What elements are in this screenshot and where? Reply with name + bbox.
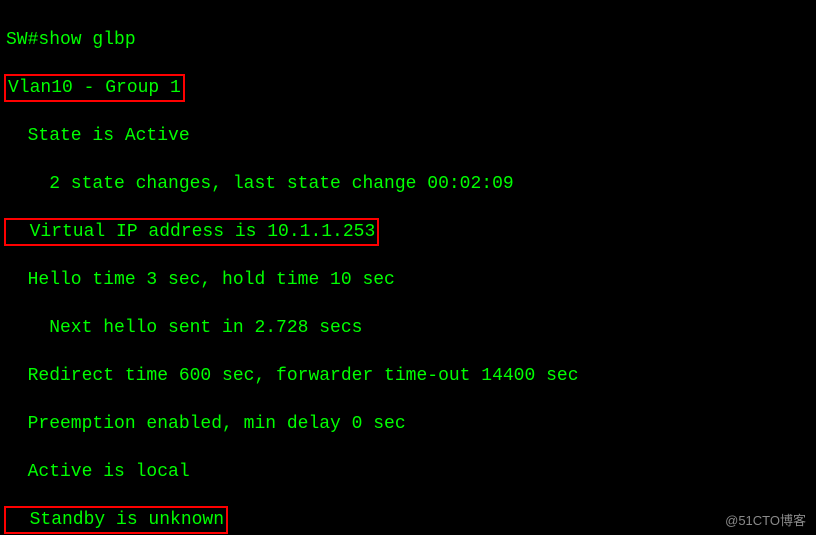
command-line[interactable]: SW#show glbp (6, 28, 810, 52)
next-hello-line: Next hello sent in 2.728 secs (6, 316, 810, 340)
virtual-ip-box: Virtual IP address is 10.1.1.253 (4, 218, 379, 246)
hello-time-line: Hello time 3 sec, hold time 10 sec (6, 268, 810, 292)
vip-row: Virtual IP address is 10.1.1.253 (6, 220, 810, 244)
state-line: State is Active (6, 124, 810, 148)
state-changes-line: 2 state changes, last state change 00:02… (6, 172, 810, 196)
standby-box: Standby is unknown (4, 506, 228, 534)
preemption-line: Preemption enabled, min delay 0 sec (6, 412, 810, 436)
standby-row: Standby is unknown (6, 508, 810, 532)
active-line: Active is local (6, 460, 810, 484)
redirect-time-line: Redirect time 600 sec, forwarder time-ou… (6, 364, 810, 388)
prompt: SW# (6, 30, 38, 50)
command: show glbp (38, 30, 135, 50)
group-header-box: Vlan10 - Group 1 (4, 74, 185, 102)
terminal-output: SW#show glbp Vlan10 - Group 1 State is A… (0, 0, 816, 535)
watermark: @51CTO博客 (725, 510, 806, 529)
group-header-row: Vlan10 - Group 1 (6, 76, 810, 100)
